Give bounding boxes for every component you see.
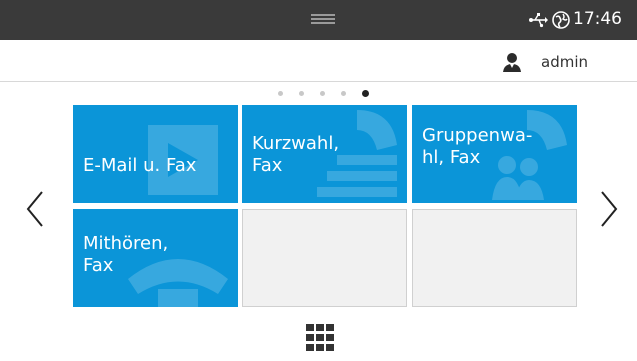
tile-email-fax[interactable]: E-Mail u. Fax <box>73 105 238 203</box>
chevron-left-icon[interactable] <box>24 190 46 228</box>
page-dot-active <box>362 90 369 97</box>
status-bar: 17:46 <box>0 0 637 40</box>
user-icon[interactable] <box>503 52 521 72</box>
page-dot <box>278 91 283 96</box>
handle-icon[interactable] <box>311 14 335 26</box>
chevron-right-icon[interactable] <box>598 190 620 228</box>
tile-label: Kurzwahl, Fax <box>252 133 340 176</box>
network-globe-icon <box>552 11 570 29</box>
page-dot <box>320 91 325 96</box>
page-indicator <box>278 89 378 99</box>
user-name[interactable]: admin <box>541 52 588 72</box>
apps-grid-icon[interactable] <box>306 324 342 354</box>
tile-label: Gruppenwa- hl, Fax <box>422 125 533 168</box>
tile-label: E-Mail u. Fax <box>83 155 197 176</box>
tile-empty <box>412 209 577 307</box>
divider <box>0 81 637 82</box>
tile-label: Mithören, Fax <box>83 233 169 276</box>
tile-group-dial-fax[interactable]: Gruppenwa- hl, Fax <box>412 105 577 203</box>
email-fax-icon <box>148 125 218 195</box>
tile-empty <box>242 209 407 307</box>
status-time: 17:46 <box>573 9 622 29</box>
usb-icon <box>529 13 548 28</box>
tile-speed-dial-fax[interactable]: Kurzwahl, Fax <box>242 105 407 203</box>
page-dot <box>299 91 304 96</box>
page-dot <box>341 91 346 96</box>
tile-on-hook-dial-fax[interactable]: Mithören, Fax <box>73 209 238 307</box>
